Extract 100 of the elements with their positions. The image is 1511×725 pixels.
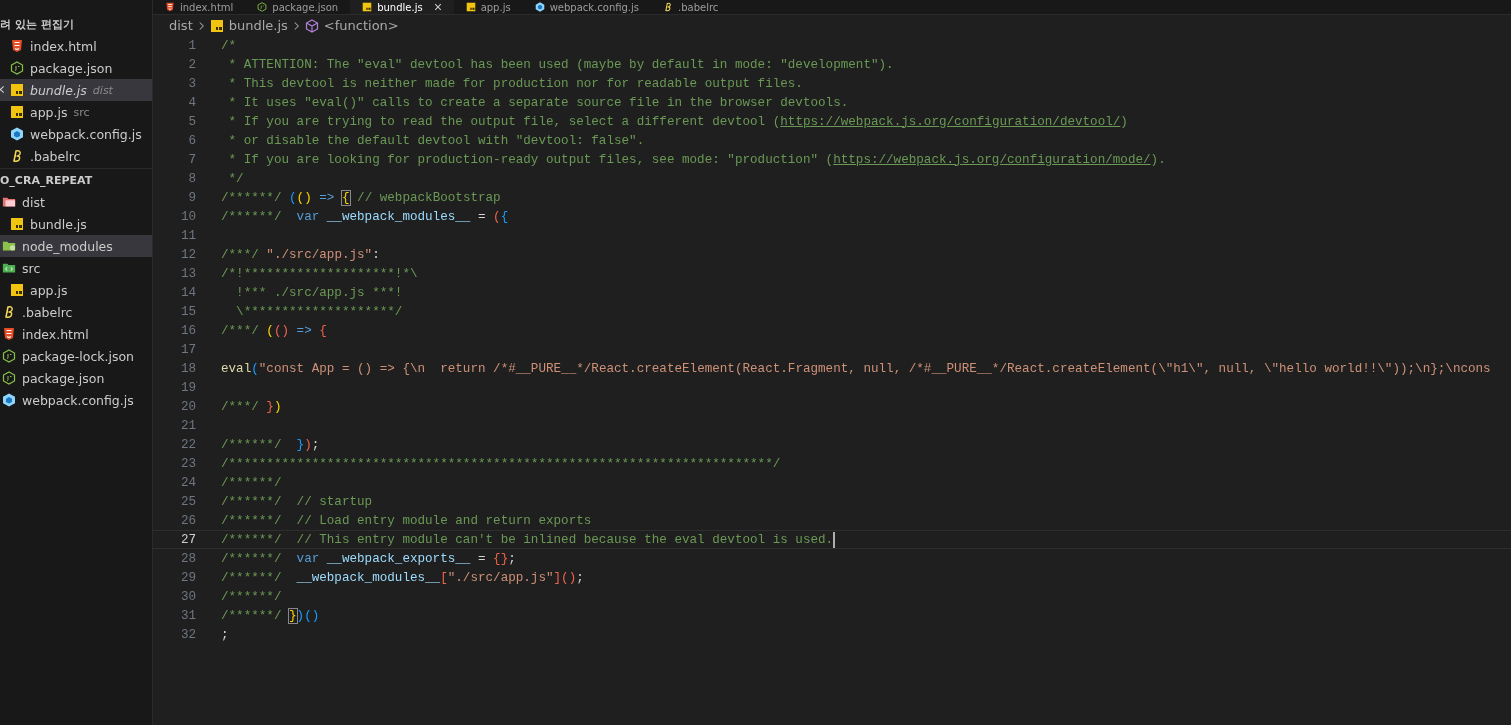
json-file-icon xyxy=(2,349,16,363)
line-number: 20 xyxy=(179,399,196,414)
code-line: /***/ (() => { xyxy=(221,323,327,338)
open-editor-item[interactable]: .babelrc xyxy=(0,145,152,167)
js-file-icon xyxy=(209,18,224,33)
line-number: 13 xyxy=(179,266,196,281)
line-number: 32 xyxy=(179,627,196,642)
line-number: 15 xyxy=(179,304,196,319)
file-tree-item[interactable]: node_modules xyxy=(0,235,152,257)
json-file-icon xyxy=(10,61,24,75)
line-number: 18 xyxy=(179,361,196,376)
section-title[interactable]: 려 있는 편집기 xyxy=(0,13,152,35)
js-file-icon xyxy=(10,217,24,231)
file-tree-item[interactable]: index.html xyxy=(0,323,152,345)
line-number: 10 xyxy=(179,209,196,224)
open-editor-item[interactable]: webpack.config.js xyxy=(0,123,152,145)
line-number: 16 xyxy=(179,323,196,338)
js-file-icon xyxy=(10,283,24,297)
babel-icon xyxy=(2,305,16,319)
line-number: 31 xyxy=(179,608,196,623)
line-number: 3 xyxy=(187,76,196,91)
line-number: 22 xyxy=(179,437,196,452)
breadcrumb[interactable]: bundle.js xyxy=(228,18,288,33)
line-number: 29 xyxy=(179,570,196,585)
text-cursor xyxy=(833,531,836,548)
code-line: /******/ // This entry module can't be inlined because the eval devtool is used. xyxy=(221,532,834,547)
code-line: !*** ./src/app.js ***! xyxy=(235,285,403,300)
line-number: 8 xyxy=(187,171,196,186)
js-file-icon xyxy=(10,83,24,97)
line-number: 1 xyxy=(187,38,196,53)
link[interactable]: https://webpack.js.org/configuration/mode/ xyxy=(833,152,1151,167)
cube-icon xyxy=(534,2,545,12)
code-line: */ xyxy=(227,171,244,186)
cube-icon xyxy=(2,393,16,407)
line-number: 9 xyxy=(187,190,196,205)
code-line: \********************/ xyxy=(235,304,403,319)
code-line: * If you are looking for production-ready output files, see mode: "production" (https://webpack.js.org/configuration/mode/). xyxy=(227,152,1166,167)
code-line: * If you are trying to read the output file, select a different devtool (https://webpack.js.org/configuration/devtool/) xyxy=(227,114,1128,129)
code-line: * ATTENTION: The "eval" devtool has been used (maybe by default in mode: "development"). xyxy=(227,57,894,72)
line-number: 11 xyxy=(179,228,196,243)
js-file-icon xyxy=(10,105,24,119)
line-number: 6 xyxy=(187,133,196,148)
breadcrumb[interactable]: <function> xyxy=(323,18,399,33)
line-number: 23 xyxy=(179,456,196,471)
open-editor-item[interactable]: bundle.js dist xyxy=(0,79,152,101)
breadcrumb[interactable]: dist xyxy=(169,18,193,33)
cube-icon xyxy=(304,18,319,33)
folder-icon xyxy=(2,195,16,209)
code-line: * It uses "eval()" calls to create a separate source file in the browser devtools. xyxy=(227,95,849,110)
code-line: /******/ }); xyxy=(221,437,320,452)
code-line: /***/ }) xyxy=(221,399,282,414)
link[interactable]: https://webpack.js.org/configuration/devtool/ xyxy=(780,114,1121,129)
line-number: 27 xyxy=(179,532,196,547)
line-number: 21 xyxy=(179,418,196,433)
file-tree-item[interactable]: webpack.config.js xyxy=(0,389,152,411)
file-tree-item[interactable]: app.js xyxy=(0,279,152,301)
babel-icon xyxy=(10,149,24,163)
folder-icon xyxy=(2,239,16,253)
code-line: /******/ })() xyxy=(221,608,320,623)
js-file-icon xyxy=(362,2,373,12)
code-line: /******/ xyxy=(221,589,282,604)
open-editor-item[interactable]: app.js src xyxy=(0,101,152,123)
editor-tab[interactable]: bundle.js xyxy=(350,0,454,14)
code-line: /******/ xyxy=(221,475,282,490)
code-line: /******/ var __webpack_modules__ = ({ xyxy=(221,209,509,224)
json-file-icon xyxy=(2,371,16,385)
code-folder-icon xyxy=(2,261,16,275)
babel-icon xyxy=(663,2,674,12)
code-line: * or disable the default devtool with "devtool: false". xyxy=(227,133,645,148)
line-number: 19 xyxy=(179,380,196,395)
chevron-right-icon xyxy=(197,20,205,31)
open-editor-item[interactable]: index.html xyxy=(0,35,152,57)
json-file-icon xyxy=(257,2,268,12)
code-line: /************************************************************************/ xyxy=(221,456,781,471)
file-tree-item[interactable]: dist xyxy=(0,191,152,213)
code-line: /***/ "./src/app.js": xyxy=(221,247,380,262)
line-number: 26 xyxy=(179,513,196,528)
file-tree-item[interactable]: package.json xyxy=(0,367,152,389)
file-tree-item[interactable]: src xyxy=(0,257,152,279)
line-number: 12 xyxy=(179,247,196,262)
js-file-icon xyxy=(465,2,476,12)
line-number: 28 xyxy=(179,551,196,566)
line-number: 17 xyxy=(179,342,196,357)
close-icon[interactable] xyxy=(433,3,442,11)
line-number: 7 xyxy=(187,152,196,167)
line-number: 5 xyxy=(187,114,196,129)
section-title[interactable]: O_CRA_REPEAT xyxy=(0,168,152,191)
code-line: /******/ __webpack_modules__["./src/app.js"](); xyxy=(221,570,584,585)
line-number: 30 xyxy=(179,589,196,604)
file-tree-item[interactable]: package-lock.json xyxy=(0,345,152,367)
code-line: /******/ var __webpack_exports__ = {}; xyxy=(221,551,516,566)
line-number: 4 xyxy=(187,95,196,110)
line-number: 2 xyxy=(187,57,196,72)
file-tree-item[interactable]: bundle.js xyxy=(0,213,152,235)
code-line: /* xyxy=(221,38,237,53)
code-line: * This devtool is neither made for production nor for readable output files. xyxy=(227,76,803,91)
open-editor-item[interactable]: package.json xyxy=(0,57,152,79)
html-file-icon xyxy=(10,39,24,53)
line-number: 25 xyxy=(179,494,196,509)
file-tree-item[interactable]: .babelrc xyxy=(0,301,152,323)
